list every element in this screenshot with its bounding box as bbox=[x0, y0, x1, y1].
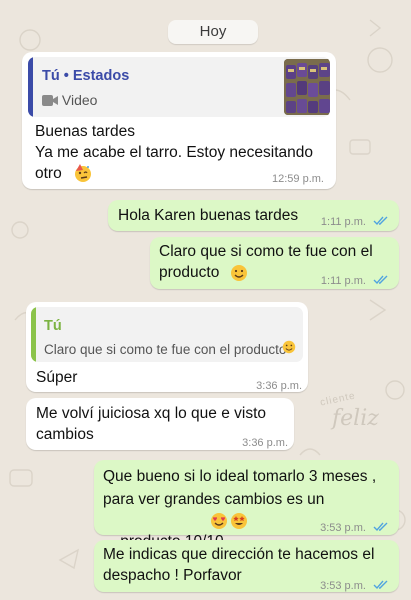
message-time: 3:53 p.m. bbox=[320, 522, 366, 534]
message-text: Súper bbox=[36, 369, 78, 386]
message-time: 3:36 p.m. bbox=[256, 380, 302, 392]
outgoing-message[interactable]: Claro que si como te fue con el producto… bbox=[150, 237, 399, 289]
double-check-read-icon bbox=[373, 275, 388, 285]
incoming-message[interactable]: Tú Claro que si como te fue con el produ… bbox=[26, 302, 308, 392]
date-separator: Hoy bbox=[168, 20, 258, 44]
quote-text: Claro que si como te fue con el producto bbox=[44, 342, 287, 357]
incoming-message[interactable]: Me volví juiciosa xq lo que e visto camb… bbox=[26, 398, 294, 450]
quote-media-label: Video bbox=[61, 92, 98, 108]
message-text: Me volví juiciosa xq lo que e visto camb… bbox=[36, 405, 267, 443]
outgoing-message[interactable]: Hola Karen buenas tardes 1:11 p.m. bbox=[108, 200, 399, 231]
quote-accent-bar bbox=[28, 57, 33, 117]
double-check-read-icon bbox=[373, 216, 388, 226]
message-meta: 1:11 p.m. bbox=[321, 212, 389, 233]
double-check-read-icon bbox=[373, 580, 388, 590]
message-meta: 3:53 p.m. bbox=[320, 576, 389, 597]
message-time: 1:11 p.m. bbox=[320, 216, 366, 228]
cliente-feliz-sticker: cliente feliz bbox=[312, 390, 382, 442]
quoted-status[interactable]: Tú • Estados Video bbox=[28, 57, 330, 117]
message-time: 3:53 p.m. bbox=[320, 580, 366, 592]
smiling-face-emoji bbox=[282, 340, 296, 354]
message-meta: 3:53 p.m. bbox=[320, 518, 389, 539]
outgoing-message[interactable]: Que bueno si lo ideal tomarlo 3 meses , … bbox=[94, 460, 399, 550]
sticker-line2: feliz bbox=[332, 406, 379, 431]
incoming-message[interactable]: Tú • Estados Video Buenas tardes Ya me a… bbox=[22, 52, 336, 189]
message-meta: 1:11 p.m. bbox=[321, 271, 389, 292]
message-time: 1:11 p.m. bbox=[320, 275, 366, 287]
status-thumbnail bbox=[284, 59, 330, 115]
smiling-face-with-hearts-emoji bbox=[211, 513, 227, 529]
double-check-read-icon bbox=[373, 522, 388, 532]
message-text: Hola Karen buenas tardes bbox=[118, 207, 299, 224]
quote-media-row: Video bbox=[42, 90, 97, 111]
smiling-face-emoji bbox=[231, 265, 247, 281]
message-time: 12:59 p.m. bbox=[272, 173, 324, 185]
message-text-line2: para ver grandes cambios es un bbox=[103, 491, 325, 508]
video-camera-icon bbox=[42, 95, 58, 106]
quoted-message[interactable]: Tú Claro que si como te fue con el produ… bbox=[31, 307, 303, 362]
quote-author: Tú bbox=[44, 318, 62, 334]
outgoing-message[interactable]: Me indicas que dirección te hacemos el d… bbox=[94, 540, 399, 592]
message-time: 3:36 p.m. bbox=[242, 437, 288, 449]
star-struck-emoji bbox=[231, 513, 247, 529]
message-text-line1: Que bueno si lo ideal tomarlo 3 meses , bbox=[103, 468, 377, 485]
partying-face-emoji bbox=[75, 164, 91, 182]
quote-accent-bar bbox=[31, 307, 36, 362]
quote-author: Tú • Estados bbox=[42, 68, 130, 84]
